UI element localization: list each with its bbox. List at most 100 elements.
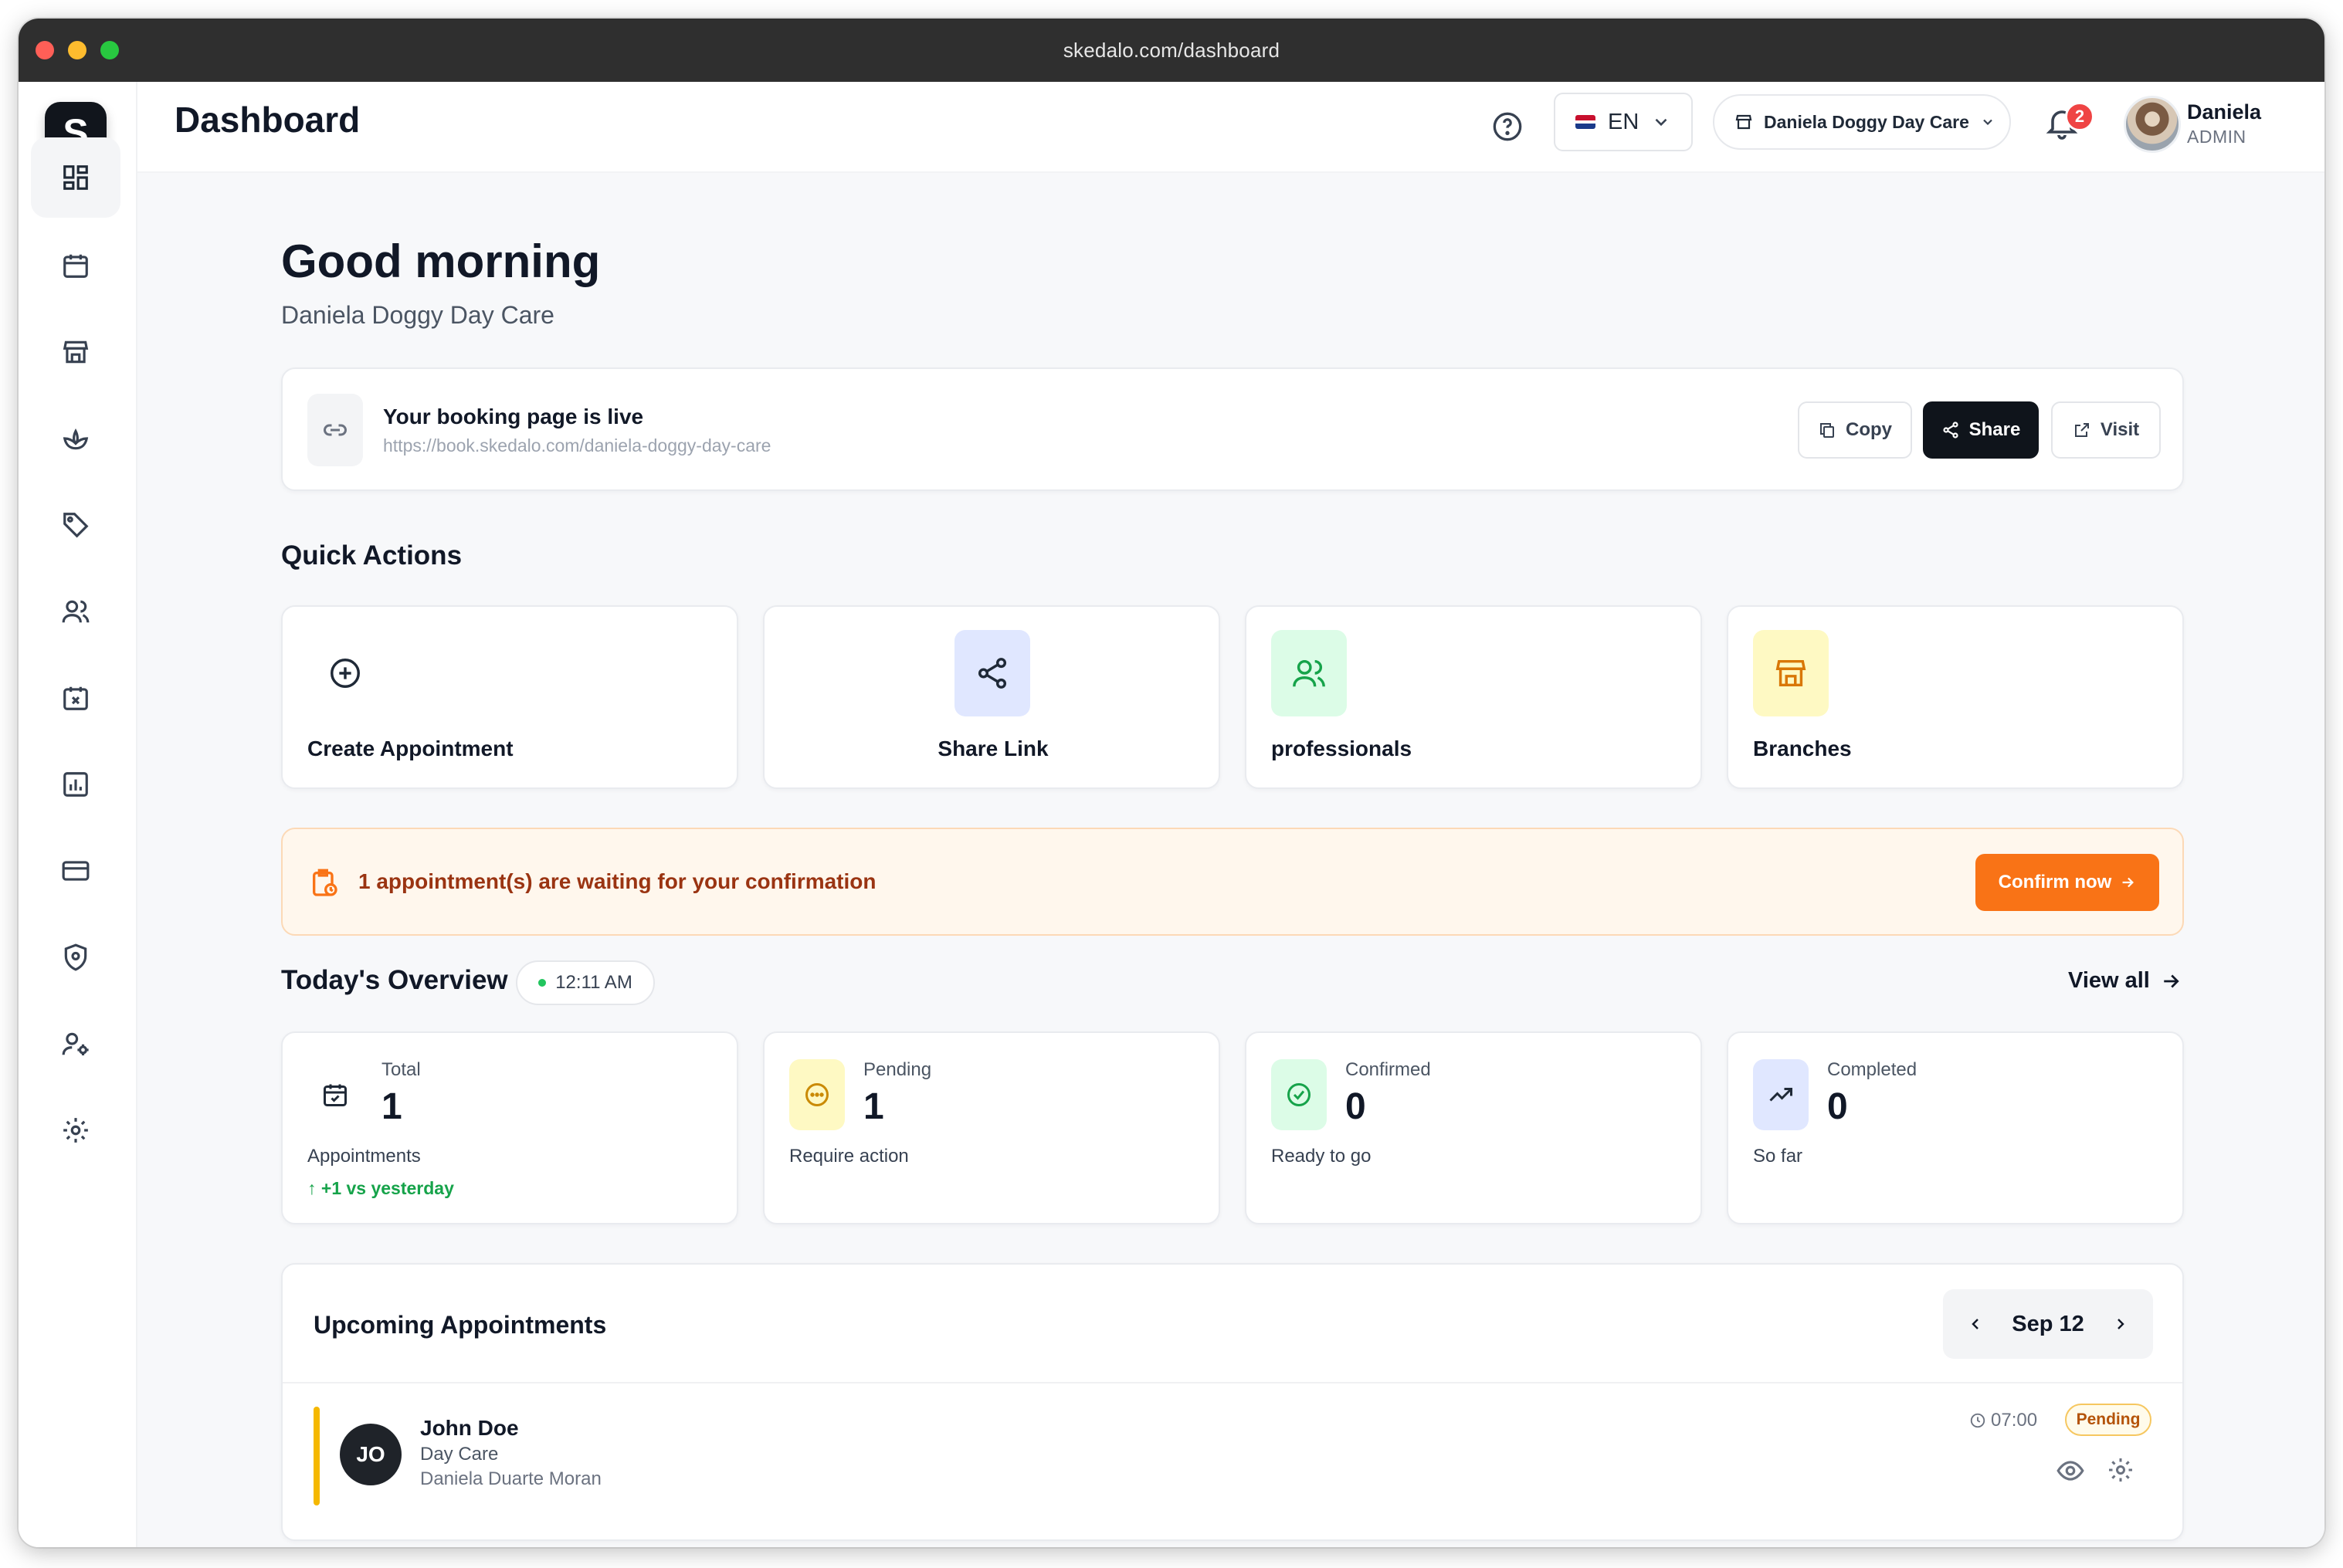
confirm-now-button[interactable]: Confirm now [1975,854,2159,911]
share-button[interactable]: Share [1923,401,2039,459]
current-time-pill: 12:11 AM [516,960,655,1005]
current-date: Sep 12 [2012,1311,2084,1336]
minimize-window-button[interactable] [68,41,86,59]
address-bar-url[interactable]: skedalo.com/dashboard [1063,39,1280,63]
live-dot-icon [538,979,547,987]
branch-selector[interactable]: Daniela Doggy Day Care [1713,94,2011,150]
page-title: Dashboard [175,100,361,140]
sidebar-item-dashboard[interactable] [31,137,120,218]
stat-icon-box [1271,1059,1327,1130]
quick-action-branches[interactable]: Branches [1727,605,2184,789]
quick-action-create-appointment[interactable]: Create Appointment [281,605,738,789]
calendar-check-icon [324,1084,347,1106]
greeting-subtitle: Daniela Doggy Day Care [281,301,554,329]
close-window-button[interactable] [36,41,54,59]
eye-icon[interactable] [2056,1456,2085,1485]
stat-value: 0 [1827,1086,1848,1127]
sidebar-item-user-settings[interactable] [31,1004,120,1084]
store-icon [63,340,89,364]
sidebar-item-reports[interactable] [31,744,120,825]
stat-card-total: Total 1 Appointments ↑ +1 vs yesterday [281,1031,738,1224]
plus-circle-icon [331,659,360,688]
credit-card-icon [62,861,90,881]
appointment-time: 07:00 [1969,1410,2037,1431]
help-icon[interactable] [1492,111,1523,142]
copy-button[interactable]: Copy [1798,401,1912,459]
stat-icon-box [789,1059,845,1130]
quick-action-label: Create Appointment [307,737,514,760]
quick-action-professionals[interactable]: professionals [1245,605,1702,789]
sidebar-item-services[interactable] [31,398,120,479]
language-selector[interactable]: EN [1554,93,1693,151]
stat-card-confirmed: Confirmed 0 Ready to go [1245,1031,1702,1224]
sidebar-item-billing[interactable] [31,831,120,911]
chevron-left-icon[interactable] [1966,1315,1985,1333]
chevron-down-icon [1655,118,1667,127]
bar-chart-icon [63,772,88,797]
sidebar-item-calendar[interactable] [31,225,120,306]
main-content: Good morning Daniela Doggy Day Care Your… [137,173,2324,1547]
sidebar-item-store[interactable] [31,312,120,392]
user-name[interactable]: Daniela [2187,100,2261,124]
visit-button[interactable]: Visit [2051,401,2161,459]
services-lotus-icon [63,428,89,450]
copy-icon [1820,423,1834,438]
dashboard-icon [63,165,88,190]
sidebar: S [19,82,137,1547]
stat-card-pending: Pending 1 Require action [763,1031,1220,1224]
upcoming-title: Upcoming Appointments [314,1311,607,1339]
browser-titlebar: skedalo.com/dashboard [19,19,2324,82]
browser-window: skedalo.com/dashboard S Dashboard EN Dan… [19,19,2324,1547]
staff-name: Daniela Duarte Moran [420,1468,602,1489]
users-icon [1293,659,1325,687]
user-role: ADMIN [2187,127,2246,147]
sidebar-item-time-off[interactable] [31,658,120,738]
pending-confirmation-alert: 1 appointment(s) are waiting for your co… [281,828,2184,936]
divider [283,1382,2182,1383]
booking-url: https://book.skedalo.com/daniela-doggy-d… [383,435,771,455]
chevron-right-icon[interactable] [2111,1315,2130,1333]
view-all-link[interactable]: View all [2068,968,2182,994]
window-controls [36,41,119,59]
gear-icon [63,1118,88,1143]
share-label: Share [1968,419,2021,440]
sidebar-item-customers[interactable] [31,571,120,652]
chevron-down-icon [1983,119,1992,126]
clock-dots-icon [805,1083,829,1106]
language-label: EN [1608,109,1639,134]
booking-page-card: Your booking page is live https://book.s… [281,367,2184,491]
uk-flag-icon [1575,115,1595,129]
status-indicator-bar [314,1407,320,1505]
quick-action-label: Share Link [938,737,1049,760]
upcoming-appointments-card: Upcoming Appointments Sep 12 JO John Doe… [281,1263,2184,1541]
check-circle-icon [1287,1083,1311,1106]
calendar-icon [63,254,88,278]
stat-value: 1 [381,1086,402,1127]
stat-sublabel: Ready to go [1271,1146,1372,1167]
link-icon-box [307,394,363,466]
share-icon [1943,422,1958,439]
user-avatar[interactable] [2124,96,2181,153]
quick-action-share-link[interactable]: Share Link [763,605,1220,789]
maximize-window-button[interactable] [100,41,119,59]
sidebar-item-tags[interactable] [31,485,120,565]
stat-icon-box [1753,1059,1809,1130]
stat-trend-text: +1 vs yesterday [320,1178,454,1198]
link-icon [324,424,347,436]
sidebar-item-security[interactable] [31,917,120,997]
sidebar-item-settings[interactable] [31,1090,120,1170]
clock-icon [1970,1413,1985,1428]
quick-action-label: professionals [1271,737,1412,760]
external-link-icon [2074,423,2089,437]
customer-avatar: JO [340,1424,402,1485]
stat-sublabel: So far [1753,1146,1803,1167]
stat-value: 0 [1345,1086,1366,1127]
trending-up-icon [1769,1088,1792,1102]
alert-message: 1 appointment(s) are waiting for your co… [358,869,877,893]
stat-label: Confirmed [1345,1059,1431,1080]
gear-icon[interactable] [2107,1456,2134,1484]
shield-icon [64,943,87,971]
date-navigator: Sep 12 [1943,1289,2153,1359]
tag-icon [63,513,89,538]
visit-label: Visit [2100,419,2140,440]
